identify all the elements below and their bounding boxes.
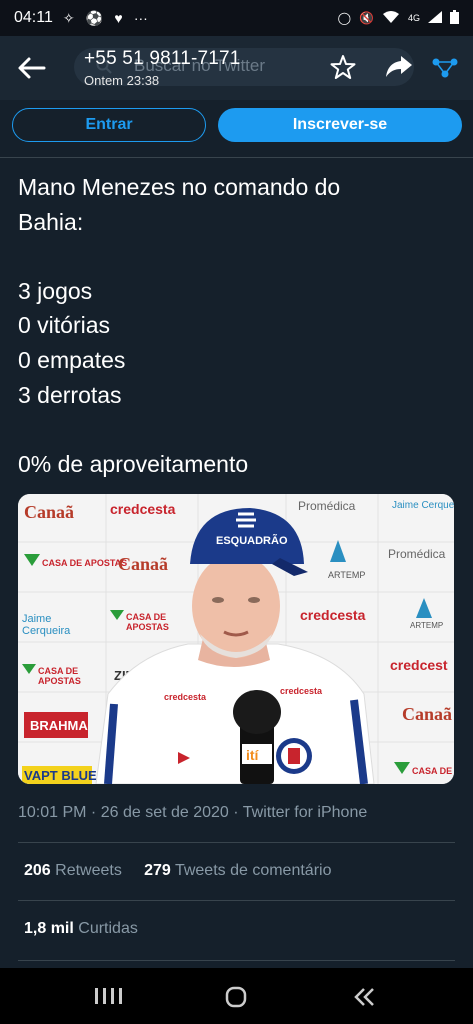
tweet-text: Mano Menezes no comando do Bahia: 3 jogo… — [18, 170, 458, 481]
retweets-label[interactable]: Retweets — [55, 862, 122, 879]
login-button[interactable]: Entrar — [12, 108, 206, 142]
likes-label[interactable]: Curtidas — [78, 920, 138, 937]
sponsor-logo: credcesta — [110, 501, 176, 517]
sponsor-logo: VAPT BLUE — [24, 768, 97, 783]
mute-icon: 🔇 — [359, 11, 374, 25]
svg-text:APOSTAS: APOSTAS — [126, 622, 169, 632]
sponsor-logo: CASA DE APOSTAS — [42, 558, 127, 568]
tweet-likes: 1,8 mil Curtidas — [24, 920, 138, 938]
svg-text:CASA DE: CASA DE — [412, 766, 452, 776]
svg-text:CASA DE: CASA DE — [38, 666, 78, 676]
svg-text:credcesta: credcesta — [164, 692, 207, 702]
comments-count[interactable]: 279 — [144, 862, 171, 879]
svg-text:Canaã: Canaã — [118, 554, 168, 574]
system-nav-bar — [0, 968, 473, 1024]
divider — [18, 842, 455, 843]
sponsor-logo: Jaime Cerqueira — [392, 500, 454, 511]
forward-icon[interactable] — [385, 54, 413, 80]
star-icon[interactable] — [330, 54, 356, 80]
tweet-line — [18, 239, 458, 274]
svg-text:credcest: credcest — [390, 657, 448, 673]
back-arrow-icon[interactable] — [16, 54, 46, 82]
svg-text:Promédica: Promédica — [388, 547, 446, 561]
wifi-icon — [382, 10, 400, 27]
app-header: Buscar no Twitter +55 51 9811-7171 Ontem… — [0, 36, 473, 100]
svg-text:credcesta: credcesta — [280, 686, 323, 696]
message-time: Ontem 23:38 — [84, 73, 160, 88]
tweet-line: 0 vitórias — [18, 312, 111, 339]
auth-buttons: Entrar Inscrever-se — [0, 108, 473, 148]
tweet-line: 0% de aproveitamento — [18, 450, 249, 477]
recent-apps-icon[interactable] — [94, 986, 124, 1006]
sponsor-logo: BRAHMA — [30, 718, 88, 733]
press-conference-image: Canaã credcesta Promédica Jaime Cerqueir… — [18, 494, 454, 784]
tweet-timestamp[interactable]: 10:01 PM · 26 de set de 2020 · Twitter f… — [18, 804, 367, 822]
sponsor-logo: Canaã — [24, 502, 74, 522]
sponsor-logo: ARTEMP — [328, 570, 365, 580]
cap-text: ESQUADRÃO — [216, 534, 288, 547]
home-icon[interactable] — [224, 986, 248, 1008]
retweets-count[interactable]: 206 — [24, 862, 51, 879]
divider — [18, 960, 455, 961]
notification-icon: ✧ — [62, 9, 75, 26]
svg-text:Canaã: Canaã — [402, 704, 452, 724]
message-sender: +55 51 9811-7171 — [84, 48, 241, 69]
battery-icon — [450, 9, 459, 27]
tweet-line — [18, 412, 458, 447]
back-nav-icon[interactable] — [352, 986, 376, 1008]
svg-text:ARTEMP: ARTEMP — [410, 621, 443, 630]
tweet-line: 3 jogos — [18, 277, 93, 304]
more-options-icon[interactable] — [430, 54, 460, 80]
svg-text:ití: ití — [246, 747, 260, 763]
sponsor-logo: Promédica — [298, 499, 356, 513]
svg-text:CASA DE: CASA DE — [126, 612, 166, 622]
status-time: 04:11 — [14, 9, 53, 26]
more-notifications: ··· — [133, 9, 148, 26]
svg-text:APOSTAS: APOSTAS — [38, 676, 81, 686]
soccer-icon: ⚽ — [85, 9, 104, 26]
svg-text:Jaime: Jaime — [22, 613, 51, 625]
tweet-photo[interactable]: Canaã credcesta Promédica Jaime Cerqueir… — [18, 494, 454, 784]
network-type: 4G — [407, 13, 420, 23]
tweet-line: Mano Menezes no comando do — [18, 174, 341, 200]
tweet-line: 0 empates — [18, 346, 126, 373]
svg-text:credcesta: credcesta — [300, 607, 366, 623]
divider — [0, 157, 473, 158]
tweet-line: 3 derrotas — [18, 381, 122, 408]
tweet-line: Bahia: — [18, 208, 84, 235]
signal-icon — [428, 10, 442, 26]
likes-count[interactable]: 1,8 mil — [24, 920, 74, 937]
heart-icon: ♥ — [114, 9, 123, 26]
signup-button[interactable]: Inscrever-se — [218, 108, 462, 142]
status-bar: 04:11 ✧ ⚽ ♥ ··· ◯ 🔇 4G — [0, 0, 473, 36]
svg-text:Cerqueira: Cerqueira — [22, 625, 71, 637]
tweet-engagement: 206 Retweets 279 Tweets de comentário — [24, 862, 331, 880]
alarm-icon: ◯ — [337, 11, 352, 25]
divider — [18, 900, 455, 901]
comments-label[interactable]: Tweets de comentário — [175, 862, 332, 879]
